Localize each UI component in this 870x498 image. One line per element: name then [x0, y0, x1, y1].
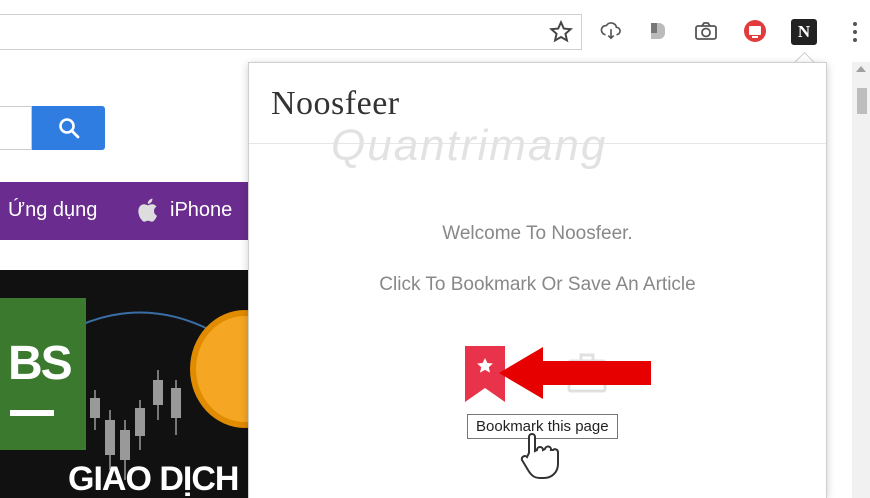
nav-item-apps[interactable]: Ứng dụng: [8, 199, 97, 222]
noosfeer-popup: Noosfeer Quantrimang Welcome To Noosfeer…: [248, 62, 827, 498]
welcome-text: Welcome To Noosfeer.: [442, 223, 633, 244]
browser-toolbar: N: [0, 0, 870, 62]
menu-icon[interactable]: [848, 18, 862, 46]
banner-logo-text: BS: [8, 337, 73, 390]
scroll-up-icon[interactable]: [856, 66, 866, 72]
hand-cursor-icon: [520, 433, 559, 479]
extension-icon[interactable]: [645, 18, 671, 44]
cloud-download-icon[interactable]: [598, 18, 624, 44]
search-button[interactable]: [32, 106, 105, 150]
scrollbar[interactable]: [852, 62, 870, 498]
search-icon: [58, 118, 79, 139]
bookmark-star-icon[interactable]: [548, 19, 574, 45]
banner-headline: GIAO DỊCH: [68, 460, 239, 498]
scrollbar-thumb[interactable]: [857, 88, 867, 114]
address-bar[interactable]: [0, 14, 582, 50]
instruction-text: Click To Bookmark Or Save An Article: [379, 274, 696, 295]
red-arrow-icon: [499, 347, 651, 399]
camera-icon[interactable]: [693, 18, 719, 44]
ad-banner[interactable]: BS GIAO DỊCH: [0, 270, 250, 498]
screen-capture-icon[interactable]: [742, 18, 768, 44]
category-nav: Ứng dụng iPhone: [0, 182, 250, 240]
apple-icon: [138, 198, 157, 222]
popup-brand: Noosfeer: [271, 85, 400, 122]
watermark: Quantrimang: [331, 121, 608, 170]
brand-tile: BS: [0, 298, 86, 450]
nav-item-iphone[interactable]: iPhone: [170, 199, 232, 222]
noosfeer-extension-icon[interactable]: N: [791, 19, 817, 45]
search-input[interactable]: [0, 106, 32, 150]
